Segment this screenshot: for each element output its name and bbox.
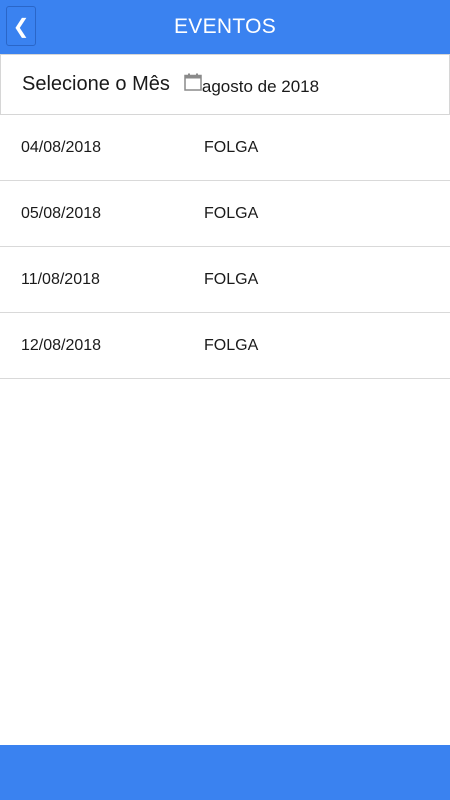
event-date: 11/08/2018: [21, 270, 100, 288]
event-row[interactable]: 04/08/2018 FOLGA: [0, 115, 450, 181]
event-date: 12/08/2018: [21, 336, 102, 354]
footer-bar: [0, 745, 450, 800]
event-date: 05/08/2018: [21, 204, 102, 222]
event-row[interactable]: 11/08/2018 FOLGA: [0, 247, 450, 313]
calendar-icon: [184, 73, 202, 91]
event-description: FOLGA: [204, 204, 259, 222]
page-title: EVENTOS: [173, 15, 277, 38]
header-bar: ❮ EVENTOS: [0, 0, 450, 54]
month-value: agosto de 2018: [201, 76, 320, 96]
event-description: FOLGA: [204, 138, 259, 156]
event-row[interactable]: 12/08/2018 FOLGA: [0, 313, 450, 379]
event-date: 04/08/2018: [21, 138, 102, 156]
month-selector-label: Selecione o Mês: [22, 73, 170, 95]
event-description: FOLGA: [204, 270, 259, 288]
month-picker[interactable]: agosto de 2018: [184, 73, 319, 97]
event-description: FOLGA: [204, 336, 259, 354]
app-screen: ❮ EVENTOS Selecione o Mês agosto de 2018…: [0, 0, 450, 800]
chevron-left-icon: ❮: [12, 15, 30, 38]
event-list: 04/08/2018 FOLGA 05/08/2018 FOLGA 11/08/…: [0, 115, 450, 379]
event-row[interactable]: 05/08/2018 FOLGA: [0, 181, 450, 247]
back-button[interactable]: ❮: [6, 6, 36, 46]
month-selector-bar: Selecione o Mês agosto de 2018: [0, 54, 450, 115]
